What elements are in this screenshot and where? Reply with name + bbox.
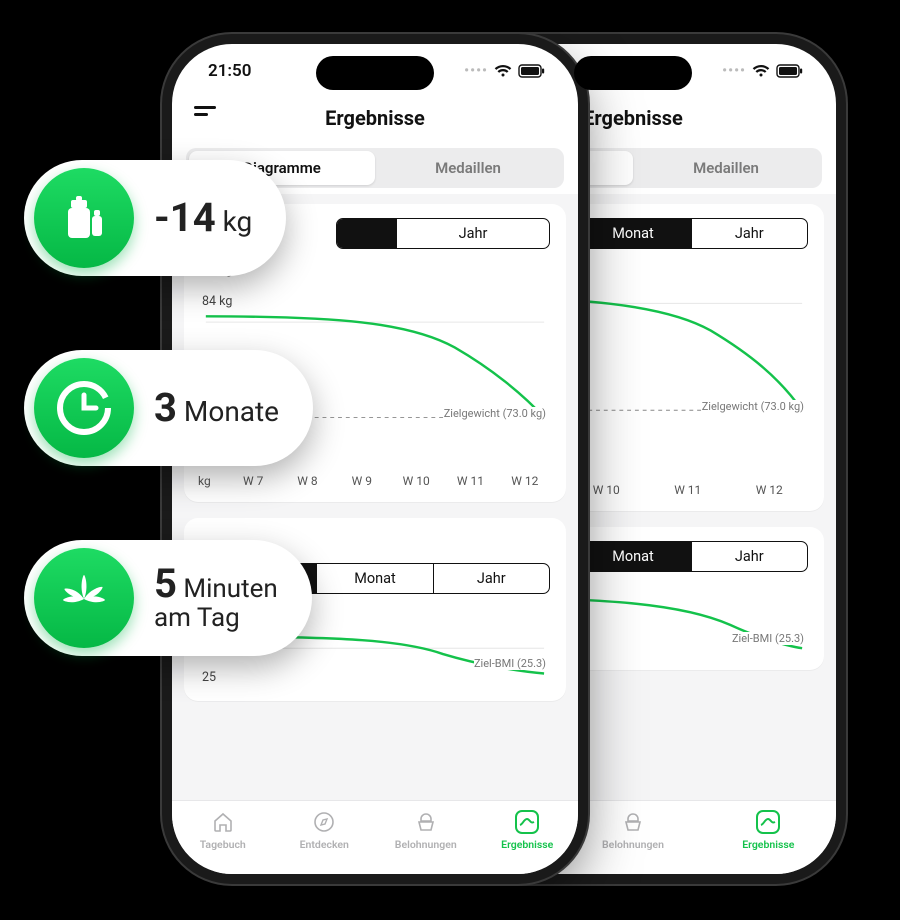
- tab-belohnungen[interactable]: Belohnungen: [375, 809, 477, 851]
- page-title: Ergebnisse: [583, 106, 683, 130]
- scroll-area[interactable]: Jahr 87 kg 84 kg Zielgewicht (73.0 kg) 6…: [172, 194, 578, 800]
- tab-belohnungen[interactable]: Belohnungen: [582, 809, 684, 851]
- pill-time: 3 Monate: [24, 350, 313, 466]
- tab-entdecken[interactable]: Entdecken: [274, 809, 376, 851]
- status-time: 21:50: [208, 61, 251, 81]
- pill-text: 3 Monate: [154, 387, 279, 429]
- tab-ergebnisse[interactable]: Ergebnisse: [718, 809, 820, 851]
- goal-label: Zielgewicht (73.0 kg): [702, 400, 804, 413]
- pill-unit: kg: [223, 205, 253, 238]
- bmi-goal: Ziel-BMI (25.3): [732, 632, 804, 645]
- pill-sub: am Tag: [154, 605, 278, 632]
- goal-label: Zielgewicht (73.0 kg): [444, 407, 546, 420]
- weight-icon: [34, 168, 134, 268]
- chart-icon: [755, 809, 781, 835]
- pill-unit: Minuten: [183, 574, 277, 604]
- menu-icon[interactable]: [194, 106, 218, 126]
- bmi-goal: Ziel-BMI (25.3): [474, 657, 546, 670]
- period-jahr[interactable]: Jahr: [692, 219, 807, 248]
- cupcake-icon: [620, 809, 646, 835]
- tab-label: Tagebuch: [200, 838, 246, 851]
- header: Ergebnisse: [172, 98, 578, 138]
- tab-label: Ergebnisse: [742, 838, 794, 851]
- period-monat-partial[interactable]: [337, 219, 397, 248]
- period-monat[interactable]: Monat: [575, 219, 691, 248]
- pill-value: 3: [154, 384, 177, 431]
- compass-icon: [311, 809, 337, 835]
- period-selector: Jahr: [336, 218, 550, 249]
- dynamic-island: [574, 56, 692, 90]
- period-monat[interactable]: Monat: [317, 564, 433, 593]
- segment-medaillen[interactable]: Medaillen: [375, 151, 561, 185]
- cupcake-icon: [413, 809, 439, 835]
- period-jahr[interactable]: Jahr: [397, 219, 549, 248]
- dynamic-island: [316, 56, 434, 90]
- tab-label: Entdecken: [300, 838, 349, 851]
- pill-unit: Monate: [184, 395, 279, 428]
- pill-weight: -14 kg: [24, 160, 286, 276]
- status-dots: ••••: [464, 63, 488, 79]
- pill-daily: 5 Minuten am Tag: [24, 540, 312, 656]
- tab-bar: Tagebuch Entdecken Belohnungen Ergebniss…: [172, 800, 578, 874]
- tab-label: Belohnungen: [602, 838, 664, 851]
- tab-tagebuch[interactable]: Tagebuch: [172, 809, 274, 851]
- chart-icon: [514, 809, 540, 835]
- pill-value: 5: [154, 560, 177, 607]
- tab-ergebnisse[interactable]: Ergebnisse: [477, 809, 579, 851]
- battery-icon: [518, 64, 546, 78]
- period-jahr[interactable]: Jahr: [434, 564, 549, 593]
- status-dots: ••••: [722, 63, 746, 79]
- pill-value: -14: [154, 194, 216, 241]
- page-title: Ergebnisse: [325, 106, 425, 130]
- x-unit: kg: [198, 474, 226, 488]
- propeller-icon: [34, 548, 134, 648]
- wifi-icon: [752, 64, 770, 78]
- segment-medaillen[interactable]: Medaillen: [633, 151, 819, 185]
- wifi-icon: [494, 64, 512, 78]
- battery-icon: [776, 64, 804, 78]
- clock-icon: [34, 358, 134, 458]
- tab-label: Belohnungen: [395, 838, 457, 851]
- period-jahr[interactable]: Jahr: [692, 542, 807, 571]
- pill-text: -14 kg: [154, 197, 252, 239]
- home-icon: [210, 809, 236, 835]
- period-monat[interactable]: Monat: [575, 542, 691, 571]
- pill-text: 5 Minuten am Tag: [154, 563, 278, 632]
- x-axis: kg W 7 W 8 W 9 W 10 W 11 W 12: [198, 474, 552, 488]
- tab-label: Ergebnisse: [501, 838, 553, 851]
